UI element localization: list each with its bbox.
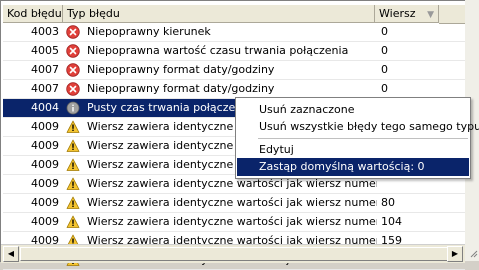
table-row[interactable]: 4009 Wiersz zawiera identyczne wartości j…: [3, 194, 465, 213]
column-header-type[interactable]: Typ błędu: [63, 5, 375, 23]
menu-item-delete-same-type[interactable]: Usuń wszystkie błędy tego samego typu: [237, 118, 479, 136]
error-code-cell: 4009: [31, 177, 59, 190]
error-code-cell: 4003: [31, 25, 59, 38]
context-menu: Usuń zaznaczone Usuń wszystkie błędy teg…: [235, 97, 479, 179]
error-type-cell: Niepoprawny format daty/godziny: [87, 82, 275, 95]
row-number-cell: 80: [381, 196, 395, 209]
menu-separator: [258, 138, 468, 139]
error-icon: [66, 63, 80, 77]
row-number-cell: 0: [381, 82, 388, 95]
error-type-cell: Niepoprawny kierunek: [87, 25, 211, 38]
warning-icon: [66, 177, 80, 191]
table-row[interactable]: 4009 Wiersz zawiera identyczne wartości j…: [3, 213, 465, 232]
table-row[interactable]: 4005 Niepoprawna wartość czasu trwania po…: [3, 42, 465, 61]
menu-item-edit[interactable]: Edytuj: [237, 141, 469, 159]
error-code-cell: 4005: [31, 44, 59, 57]
error-code-cell: 4009: [31, 196, 59, 209]
scroll-right-icon[interactable]: ▶: [447, 246, 463, 262]
column-header-code-label: Kod błędu: [7, 7, 62, 20]
info-icon: [66, 101, 80, 115]
table-row[interactable]: 4003 Niepoprawny kierunek 0: [3, 23, 465, 42]
warning-icon: [66, 196, 80, 210]
row-number-cell: 0: [381, 44, 388, 57]
error-icon: [66, 44, 80, 58]
warning-icon: [66, 120, 80, 134]
error-icon: [66, 25, 80, 39]
error-code-cell: 4009: [31, 215, 59, 228]
error-code-cell: 4007: [31, 63, 59, 76]
row-number-cell: 0: [381, 25, 388, 38]
error-code-cell: 4004: [31, 101, 59, 114]
row-number-cell: 0: [381, 63, 388, 76]
warning-icon: [66, 158, 80, 172]
error-type-cell: Niepoprawny format daty/godziny: [87, 63, 275, 76]
sort-descending-icon: ▼: [427, 10, 434, 20]
menu-item-replace-default[interactable]: Zastąp domyślną wartością: 0: [237, 158, 469, 176]
column-header-filler: [439, 5, 465, 24]
column-header-code[interactable]: Kod błędu: [3, 5, 63, 23]
column-header-type-label: Typ błędu: [67, 7, 120, 20]
error-code-cell: 4007: [31, 82, 59, 95]
warning-icon: [66, 139, 80, 153]
column-header-row-label: Wiersz: [379, 7, 416, 20]
error-type-cell: Wiersz zawiera identyczne wartości jak w…: [87, 215, 377, 228]
scroll-left-icon[interactable]: ◀: [3, 246, 19, 262]
column-header-row[interactable]: Wiersz ▼: [375, 5, 439, 23]
error-type-cell: Niepoprawna wartość czasu trwania połącz…: [87, 44, 349, 57]
error-code-cell: 4009: [31, 139, 59, 152]
error-type-cell: Wiersz zawiera identyczne wartości jak w…: [87, 196, 377, 209]
warning-icon: [66, 215, 80, 229]
error-icon: [66, 82, 80, 96]
error-code-cell: 4009: [31, 120, 59, 133]
resize-grip-icon[interactable]: [470, 250, 478, 258]
menu-item-delete-selected[interactable]: Usuń zaznaczone: [237, 101, 469, 119]
row-number-cell: 104: [381, 215, 402, 228]
horizontal-scrollbar[interactable]: ◀ ▶: [1, 244, 465, 263]
table-row[interactable]: 4007 Niepoprawny format daty/godziny 0: [3, 61, 465, 80]
error-code-cell: 4009: [31, 158, 59, 171]
horizontal-scroll-thumb[interactable]: [20, 247, 452, 261]
